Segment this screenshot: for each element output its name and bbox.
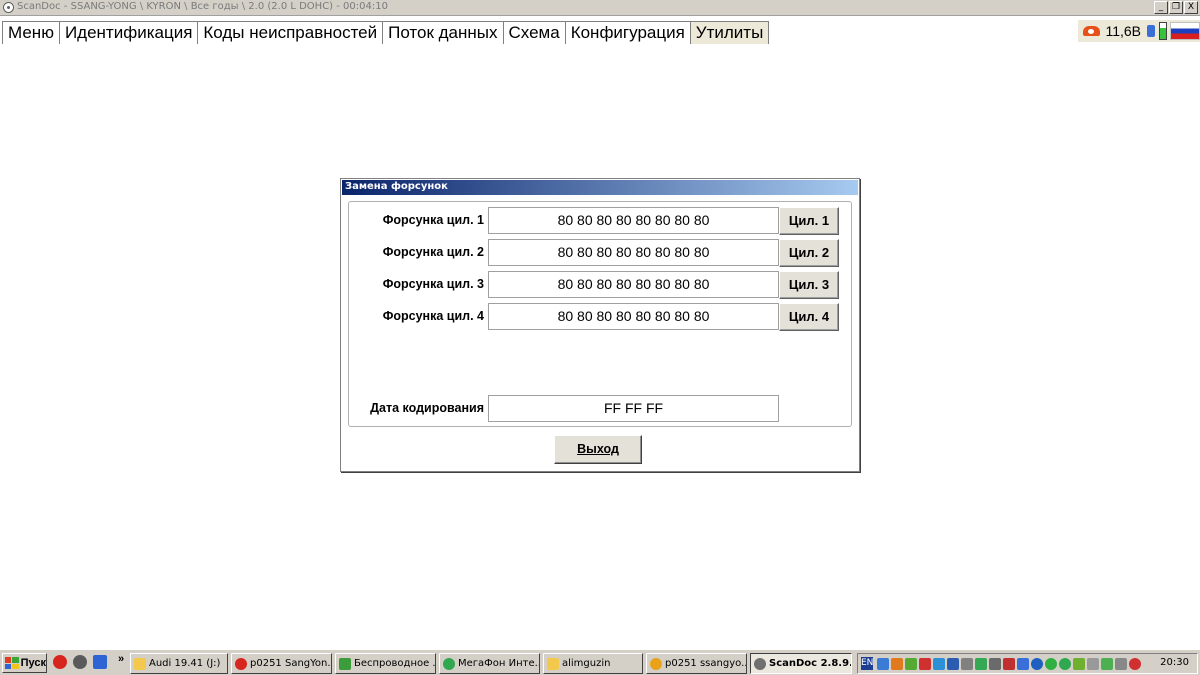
- megafon-icon: [443, 657, 455, 670]
- status-area: 11,6В: [1078, 20, 1200, 42]
- window-title: ScanDoc - SSANG-YONG \ KYRON \ Все годы …: [17, 1, 388, 12]
- folder-icon: [134, 657, 146, 670]
- quicklaunch-more-chevron[interactable]: »: [118, 653, 124, 665]
- pdf-tray-icon[interactable]: [919, 657, 931, 670]
- app-tray-icon[interactable]: [989, 657, 1001, 670]
- tab-utilities[interactable]: Утилиты: [689, 21, 770, 44]
- app-tray-icon[interactable]: [961, 657, 973, 670]
- network-disconnected-icon[interactable]: [1003, 657, 1015, 670]
- window-controls: _ ❐ X: [1154, 1, 1198, 14]
- battery-voltage: 11,6В: [1105, 23, 1141, 39]
- system-tray: EN 20:30: [857, 653, 1198, 674]
- injector-1-code-field[interactable]: 80 80 80 80 80 80 80 80: [488, 207, 779, 234]
- injector-group: Форсунка цил. 1 80 80 80 80 80 80 80 80 …: [348, 201, 852, 427]
- exit-button[interactable]: Выход: [554, 435, 642, 464]
- phone-icon: [1082, 24, 1102, 38]
- tab-schema[interactable]: Схема: [502, 21, 566, 44]
- restore-button[interactable]: ❐: [1169, 1, 1183, 14]
- minimize-button[interactable]: _: [1154, 1, 1168, 14]
- language-indicator[interactable]: EN: [861, 657, 873, 670]
- bluetooth-icon[interactable]: [1031, 657, 1043, 670]
- opera-icon: [235, 657, 247, 670]
- tab-fault-codes[interactable]: Коды неисправностей: [197, 21, 384, 44]
- dialog-title-bar: Замена форсунок: [342, 180, 858, 195]
- injector-3-code-field[interactable]: 80 80 80 80 80 80 80 80: [488, 271, 779, 298]
- coding-date-field[interactable]: FF FF FF: [488, 395, 779, 422]
- tabs: Меню Идентификация Коды неисправностей П…: [2, 21, 770, 44]
- task-label: ScanDoc 2.8.9...: [769, 658, 851, 669]
- tab-data-stream[interactable]: Поток данных: [382, 21, 504, 44]
- tab-configuration[interactable]: Конфигурация: [564, 21, 691, 44]
- task-audi-folder[interactable]: Audi 19.41 (J:): [130, 653, 228, 674]
- injector-2-code-field[interactable]: 80 80 80 80 80 80 80 80: [488, 239, 779, 266]
- title-bar: ScanDoc - SSANG-YONG \ KYRON \ Все годы …: [0, 0, 1200, 16]
- plug-icon: [1145, 23, 1157, 39]
- close-button[interactable]: X: [1184, 1, 1198, 14]
- injector-1-label: Форсунка цил. 1: [382, 213, 484, 227]
- tab-menu[interactable]: Меню: [2, 21, 60, 44]
- ie-quicklaunch-icon[interactable]: [93, 655, 107, 669]
- clock[interactable]: 20:30: [1160, 657, 1189, 668]
- task-opera-p0251[interactable]: p0251 SangYon...: [231, 653, 332, 674]
- task-megafon[interactable]: МегаФон Инте...: [439, 653, 540, 674]
- coding-date-label: Дата кодирования: [370, 401, 484, 415]
- network-tray-icon[interactable]: [877, 657, 889, 670]
- start-button[interactable]: Пуск: [2, 653, 47, 673]
- skype-tray-icon[interactable]: [933, 657, 945, 670]
- app-tray-icon[interactable]: [1101, 657, 1113, 670]
- task-scandoc[interactable]: ScanDoc 2.8.9...: [750, 653, 852, 674]
- exit-button-label: Выход: [577, 442, 619, 456]
- cyl-1-button[interactable]: Цил. 1: [779, 207, 839, 235]
- media-quicklaunch-icon[interactable]: [73, 655, 87, 669]
- task-label: p0251 ssangyo...: [665, 658, 746, 669]
- cyl-4-button[interactable]: Цил. 4: [779, 303, 839, 331]
- power-icon[interactable]: [1115, 657, 1127, 670]
- start-label: Пуск: [20, 657, 46, 669]
- windows-logo-icon: [5, 657, 19, 669]
- wireless-icon: [339, 657, 351, 670]
- opera-quicklaunch-icon[interactable]: [53, 655, 67, 669]
- task-chrome-p0251[interactable]: p0251 ssangyo...: [646, 653, 747, 674]
- task-wireless[interactable]: Беспроводное ...: [335, 653, 436, 674]
- main-tab-bar: Меню Идентификация Коды неисправностей П…: [0, 17, 1200, 44]
- app-tray-icon[interactable]: [891, 657, 903, 670]
- injector-2-label: Форсунка цил. 2: [382, 245, 484, 259]
- dialog-title: Замена форсунок: [345, 181, 448, 192]
- cyl-2-button[interactable]: Цил. 2: [779, 239, 839, 267]
- injector-4-label: Форсунка цил. 4: [382, 309, 484, 323]
- app-tray-icon[interactable]: [975, 657, 987, 670]
- tab-identification[interactable]: Идентификация: [58, 21, 199, 44]
- scandoc-app-icon: [3, 2, 14, 13]
- folder-icon: [547, 657, 559, 670]
- app-tray-icon[interactable]: [1073, 657, 1085, 670]
- task-label: p0251 SangYon...: [250, 658, 331, 669]
- task-label: Audi 19.41 (J:): [149, 658, 221, 669]
- antivirus-icon[interactable]: [1129, 657, 1141, 670]
- task-label: alimguzin: [562, 658, 611, 669]
- network-tray-icon[interactable]: [1017, 657, 1029, 670]
- battery-icon: [1159, 22, 1167, 40]
- taskbar: Пуск » Audi 19.41 (J:) p0251 SangYon... …: [0, 649, 1200, 675]
- cyl-3-button[interactable]: Цил. 3: [779, 271, 839, 299]
- task-label: Беспроводное ...: [354, 658, 435, 669]
- task-alimguzin-folder[interactable]: alimguzin: [543, 653, 643, 674]
- injector-replacement-dialog: Замена форсунок Форсунка цил. 1 80 80 80…: [340, 178, 860, 472]
- app-tray-icon[interactable]: [1087, 657, 1099, 670]
- app-tray-icon[interactable]: [947, 657, 959, 670]
- app-tray-icon[interactable]: [1045, 657, 1057, 670]
- russian-flag-icon[interactable]: [1170, 22, 1200, 40]
- chrome-icon: [650, 657, 662, 670]
- scandoc-icon: [754, 657, 766, 670]
- injector-4-code-field[interactable]: 80 80 80 80 80 80 80 80: [488, 303, 779, 330]
- task-label: МегаФон Инте...: [458, 658, 539, 669]
- injector-3-label: Форсунка цил. 3: [382, 277, 484, 291]
- app-tray-icon[interactable]: [1059, 657, 1071, 670]
- app-tray-icon[interactable]: [905, 657, 917, 670]
